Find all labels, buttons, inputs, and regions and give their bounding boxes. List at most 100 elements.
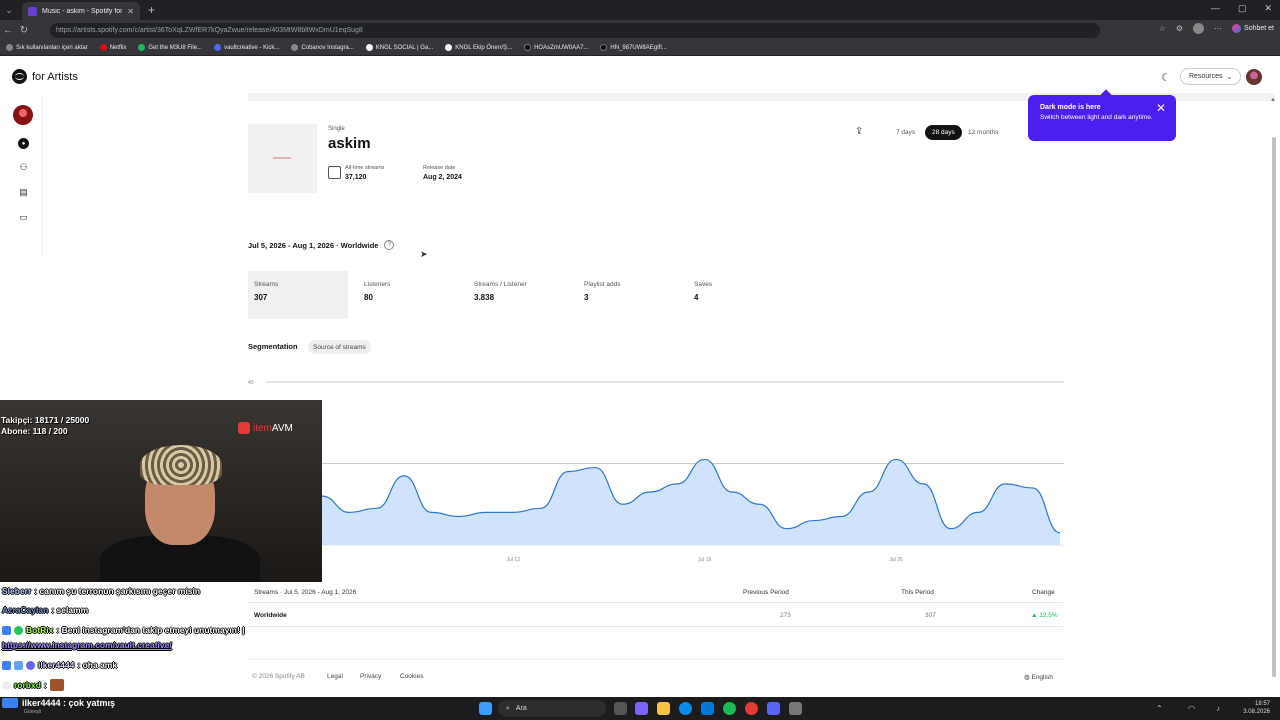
- footer-legal-link[interactable]: Legal: [327, 673, 343, 680]
- clock[interactable]: 18:57 3.08.2026: [1243, 700, 1270, 716]
- badge-icon: [26, 660, 35, 670]
- sponsor-text-a: item: [253, 422, 272, 434]
- bookmark[interactable]: KNGL SOCIAL | Ga...: [365, 44, 433, 51]
- tray-chevron-icon[interactable]: ⌃: [1156, 704, 1163, 713]
- table-header-change: Change: [1032, 589, 1055, 596]
- taskbar-search[interactable]: ⌕ Ara: [498, 700, 606, 717]
- chrome-icon[interactable]: [745, 702, 758, 715]
- file-explorer-icon[interactable]: [657, 702, 670, 715]
- bookmark-icon: [291, 44, 299, 51]
- browser-tabbar: ⌄ Music - askim - Spotify for Artists ✕ …: [0, 0, 1280, 20]
- copilot-button[interactable]: Sohbet et: [1232, 24, 1274, 33]
- y-tick-label: 40: [248, 380, 254, 386]
- store-icon[interactable]: [701, 702, 714, 715]
- edge-icon[interactable]: [679, 702, 692, 715]
- share-icon[interactable]: ⇪: [855, 126, 863, 137]
- bookmark-icon: [214, 44, 222, 51]
- calculator-icon[interactable]: [789, 702, 802, 715]
- chat-message: ilker4444: oha amk: [2, 660, 117, 670]
- help-icon[interactable]: ?: [384, 240, 395, 250]
- volume-icon[interactable]: ♪: [1216, 704, 1220, 713]
- close-tab-icon[interactable]: ✕: [127, 7, 134, 16]
- release-date-value: Aug 2, 2024: [423, 174, 462, 181]
- footer-copyright: © 2026 Spotify AB: [252, 673, 305, 680]
- range-7-days[interactable]: 7 days: [889, 125, 922, 140]
- footer-cookies-link[interactable]: Cookies: [400, 673, 423, 680]
- bookmark[interactable]: HN_987UW8AEgIfl...: [600, 44, 667, 51]
- audience-icon[interactable]: ⚇: [18, 162, 29, 173]
- bookmark[interactable]: vaultcreative - Kick...: [214, 44, 279, 51]
- dark-mode-toggle-icon[interactable]: ☾: [1161, 71, 1171, 84]
- followers-goal: Takipçi: 18171 / 25000: [1, 415, 90, 425]
- new-tab-icon[interactable]: +: [148, 3, 155, 17]
- bookmark[interactable]: Netflix: [99, 44, 126, 51]
- segmentation-chip[interactable]: Source of streams: [308, 340, 371, 354]
- table-title: Streams · Jul 5, 2026 - Aug 1, 2026: [254, 589, 357, 596]
- spotify-app-icon[interactable]: [723, 702, 736, 715]
- copilot-app-icon[interactable]: [635, 702, 648, 715]
- footer-privacy-link[interactable]: Privacy: [360, 673, 381, 680]
- minimize-icon[interactable]: —: [1211, 3, 1220, 14]
- extensions-icon[interactable]: ⚙: [1176, 24, 1183, 33]
- metric-playlist-adds[interactable]: Playlist adds 3: [578, 271, 678, 319]
- resources-dropdown[interactable]: Resources ⌄: [1180, 68, 1242, 85]
- range-12-months[interactable]: 12 months: [961, 125, 1005, 140]
- period-label: Jul 5, 2026 - Aug 1, 2026 · Worldwide ?: [248, 240, 395, 250]
- back-icon[interactable]: ←: [0, 25, 16, 36]
- bookmark[interactable]: Cobanov Instagra...: [291, 44, 354, 51]
- task-view-icon[interactable]: [614, 702, 627, 715]
- favorite-icon[interactable]: ☆: [1159, 24, 1166, 33]
- home-icon[interactable]: ●: [18, 138, 29, 149]
- table-header-this: This Period: [901, 589, 934, 596]
- refresh-icon[interactable]: ↻: [16, 25, 32, 36]
- release-title: askim: [328, 135, 371, 152]
- bookmark[interactable]: KNGL Ekip Önerı/Ş...: [445, 44, 512, 51]
- bookmark[interactable]: Get the M3U8 File...: [138, 44, 202, 51]
- toast-desc: Switch between light and dark anytime.: [1040, 114, 1153, 121]
- scrollbar-thumb[interactable]: [1272, 137, 1276, 677]
- metric-streams[interactable]: Streams 307: [248, 271, 348, 319]
- tab-menu-icon[interactable]: ⌄: [0, 0, 18, 20]
- tab-title: Music - askim - Spotify for Artists: [42, 7, 123, 15]
- discord-icon[interactable]: [767, 702, 780, 715]
- metric-saves[interactable]: Saves 4: [688, 271, 788, 319]
- windows-taskbar: ⌕ Ara ⌃ ◠ ♪ 18:57 3.08.2026: [0, 697, 1280, 720]
- language-selector[interactable]: ◍ English: [1024, 673, 1053, 681]
- badge-icon: [2, 660, 11, 670]
- address-bar[interactable]: https://artists.spotify.com/c/artist/36T…: [50, 23, 1100, 38]
- network-icon[interactable]: ◠: [1188, 704, 1195, 713]
- badge-icon: [2, 680, 11, 690]
- range-28-days[interactable]: 28 days: [925, 125, 962, 140]
- emote-icon: [49, 679, 64, 691]
- mouse-cursor-icon: ➤: [420, 249, 428, 259]
- x-icon: [600, 44, 608, 51]
- music-icon[interactable]: ▤: [18, 187, 29, 198]
- x-tick-label: Jul 26: [889, 557, 903, 563]
- chat-message: rorbxd:: [2, 679, 64, 691]
- maximize-icon[interactable]: ▢: [1238, 3, 1247, 14]
- all-time-label: All-time streams: [345, 165, 385, 171]
- chat-user: Sleberr: [2, 586, 32, 596]
- spotify-icon: [12, 69, 27, 84]
- user-avatar[interactable]: [1246, 69, 1262, 85]
- bookmark[interactable]: HOAsZmUW0AA7...: [524, 44, 588, 51]
- metric-streams-per-listener[interactable]: Streams / Listener 3.838: [468, 271, 568, 319]
- close-window-icon[interactable]: ✕: [1264, 3, 1272, 14]
- browser-tab[interactable]: Music - askim - Spotify for Artists ✕: [22, 2, 140, 20]
- more-icon[interactable]: ⋯: [1214, 24, 1222, 33]
- start-icon[interactable]: [479, 702, 492, 715]
- metric-value: 307: [254, 293, 268, 302]
- spotify-logo[interactable]: for Artists: [12, 69, 78, 84]
- campaigns-icon[interactable]: ▭: [18, 212, 29, 223]
- scroll-up-icon[interactable]: ▲: [1270, 97, 1276, 103]
- profile-icon[interactable]: [1193, 23, 1205, 34]
- streams-icon: [328, 166, 341, 179]
- artist-avatar[interactable]: [13, 105, 33, 125]
- period-text: Jul 5, 2026 - Aug 1, 2026 · Worldwide: [248, 240, 379, 250]
- chat-message: Sleberr: canım şu terronun şarkısını geç…: [2, 586, 200, 596]
- browser-navbar: ← ↻ https://artists.spotify.com/c/artist…: [0, 20, 1280, 40]
- ticker-text: ilker4444 : çok yatmış: [22, 698, 116, 708]
- close-icon[interactable]: ✕: [1156, 101, 1166, 115]
- bookmark[interactable]: Sık kullanılanları içeri aktar: [6, 44, 88, 51]
- metric-listeners[interactable]: Listeners 80: [358, 271, 458, 319]
